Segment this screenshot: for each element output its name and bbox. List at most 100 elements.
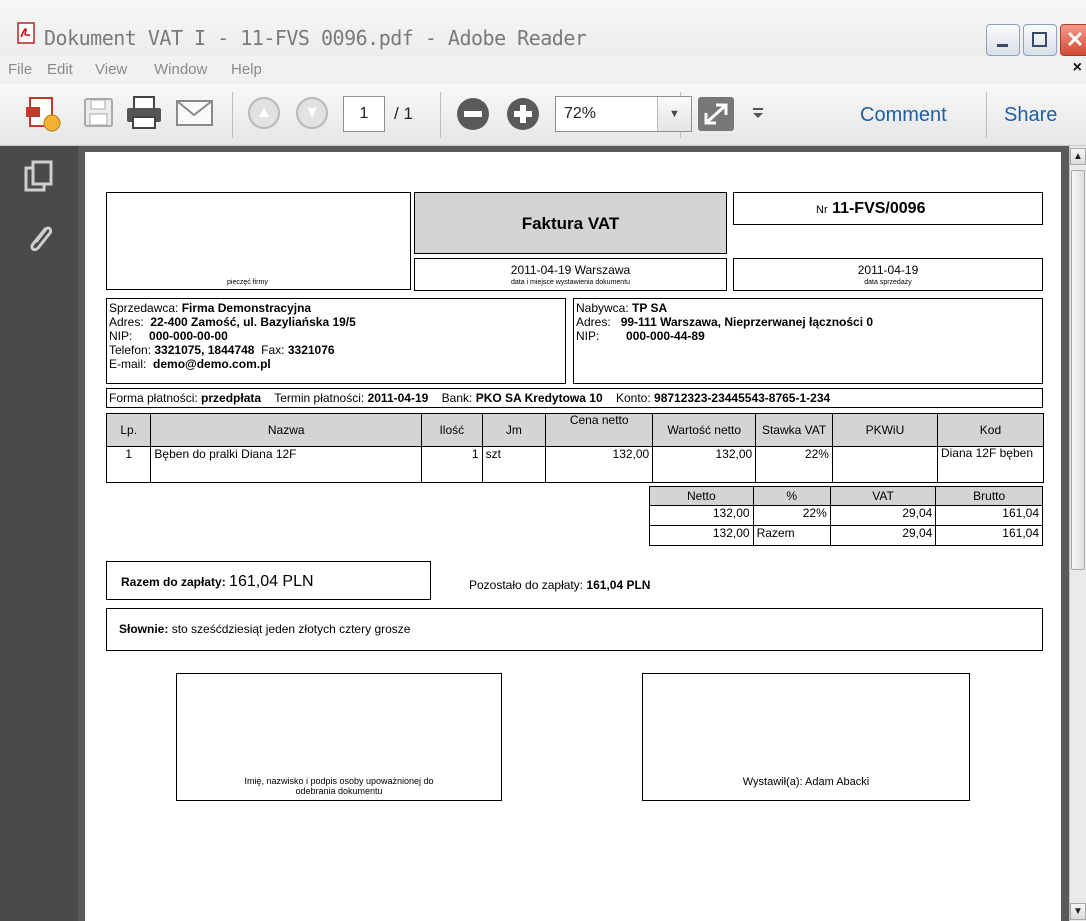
payment-due-label: Termin płatności: bbox=[274, 391, 365, 405]
bank-name: PKO SA Kredytowa 10 bbox=[475, 391, 603, 405]
comment-button[interactable]: Comment bbox=[860, 104, 947, 127]
remaining-label: Pozostało do zapłaty: bbox=[469, 578, 584, 592]
menu-view[interactable]: View bbox=[95, 61, 127, 78]
summary-header-row: Netto % VAT Brutto bbox=[649, 486, 1043, 506]
payment-form-label: Forma płatności: bbox=[109, 391, 198, 405]
share-button[interactable]: Share bbox=[1004, 104, 1057, 127]
col-kod: Kod bbox=[936, 413, 1045, 447]
receiver-signature-box: Imię, nazwisko i podpis osoby upoważnion… bbox=[176, 673, 502, 801]
sum-brutto: 161,04 bbox=[935, 525, 1043, 546]
minimize-button[interactable] bbox=[986, 24, 1020, 56]
sum-vat: 29,04 bbox=[829, 525, 937, 546]
seller-phone: 3321075, 1844748 bbox=[154, 343, 255, 357]
zoom-out-icon[interactable] bbox=[455, 96, 491, 132]
sum-col-pct: % bbox=[752, 486, 831, 506]
pages-icon[interactable] bbox=[24, 160, 54, 194]
sum-brutto: 161,04 bbox=[935, 505, 1043, 526]
issuer-signature-box: Wystawił(a): Adam Abacki bbox=[642, 673, 970, 801]
email-icon[interactable] bbox=[175, 98, 215, 128]
create-pdf-icon[interactable] bbox=[24, 95, 62, 133]
scroll-down-icon[interactable]: ▼ bbox=[1070, 903, 1086, 920]
sale-date-caption: data sprzedaży bbox=[864, 279, 912, 286]
save-icon[interactable] bbox=[82, 96, 116, 130]
page-total: / 1 bbox=[394, 104, 413, 123]
scroll-thumb[interactable] bbox=[1071, 170, 1085, 570]
seller-fax-label: Fax: bbox=[261, 343, 285, 357]
buyer-box: Nabywca: TP SA Adres: 99-111 Warszawa, N… bbox=[573, 298, 1043, 384]
menu-edit[interactable]: Edit bbox=[47, 61, 73, 78]
col-jm: Jm bbox=[481, 413, 547, 447]
print-icon[interactable] bbox=[124, 95, 164, 131]
total-box: Razem do zapłaty: 161,04 PLN bbox=[106, 561, 431, 600]
menu-help[interactable]: Help bbox=[231, 61, 262, 78]
pdf-page: pieczęć firmy Faktura VAT Nr 11-FVS/0096… bbox=[85, 152, 1061, 921]
menu-window[interactable]: Window bbox=[154, 61, 207, 78]
item-ilosc: 1 bbox=[421, 446, 483, 483]
full-screen-icon[interactable] bbox=[696, 95, 736, 133]
remaining-value: 161,04 PLN bbox=[586, 578, 651, 592]
table-row: 132,00 22% 29,04 161,04 bbox=[649, 505, 1043, 526]
invoice-number: 11-FVS/0096 bbox=[832, 200, 926, 217]
item-wartosc: 132,00 bbox=[652, 446, 757, 483]
col-lp: Lp. bbox=[105, 413, 152, 447]
scroll-up-icon[interactable]: ▲ bbox=[1070, 148, 1086, 165]
stamp-label: pieczęć firmy bbox=[227, 279, 268, 286]
account-label: Konto: bbox=[615, 391, 651, 405]
item-stawka: 22% bbox=[755, 446, 833, 483]
items-header-row: Lp. Nazwa Ilość Jm Cena netto Wartość ne… bbox=[105, 413, 1045, 447]
previous-page-icon[interactable]: ▲ bbox=[248, 97, 280, 129]
attachment-icon[interactable] bbox=[24, 222, 54, 256]
toolbar-separator bbox=[986, 92, 987, 138]
buyer-label: Nabywca: bbox=[576, 301, 629, 315]
col-cena: Cena netto bbox=[545, 413, 654, 447]
item-cena: 132,00 bbox=[545, 446, 654, 483]
col-stawka: Stawka VAT bbox=[755, 413, 833, 447]
toolbar-more-icon[interactable] bbox=[751, 106, 765, 120]
account-number: 98712323-23445543-8765-1-234 bbox=[654, 391, 831, 405]
total-value: 161,04 PLN bbox=[229, 573, 314, 590]
seller-nip: 000-000-00-00 bbox=[149, 329, 228, 343]
words-label: Słownie: bbox=[119, 622, 169, 636]
seller-name: Firma Demonstracyjna bbox=[181, 301, 312, 315]
item-pkwiu bbox=[831, 446, 938, 483]
close-document-icon[interactable]: × bbox=[1073, 59, 1082, 77]
next-page-icon[interactable]: ▼ bbox=[296, 97, 328, 129]
page-number-input[interactable]: 1 bbox=[343, 96, 385, 132]
vertical-scrollbar[interactable]: ▲ ▼ bbox=[1069, 146, 1086, 921]
seller-email-label: E-mail: bbox=[109, 357, 147, 371]
pdf-file-icon bbox=[17, 22, 35, 44]
buyer-address: 99-111 Warszawa, Nieprzerwanej łączności… bbox=[620, 315, 874, 329]
sum-pct: Razem bbox=[752, 525, 831, 546]
sum-col-brutto: Brutto bbox=[935, 486, 1043, 506]
items-table: Lp. Nazwa Ilość Jm Cena netto Wartość ne… bbox=[105, 413, 1045, 483]
receiver-signature-label: Imię, nazwisko i podpis osoby upoważnion… bbox=[244, 776, 434, 796]
zoom-value: 72% bbox=[564, 105, 597, 122]
buyer-nip-label: NIP: bbox=[576, 329, 600, 343]
invoice-number-box: Nr 11-FVS/0096 bbox=[733, 192, 1043, 225]
invoice-title-box: Faktura VAT bbox=[414, 192, 727, 254]
menu-file[interactable]: File bbox=[8, 61, 32, 78]
minimize-icon bbox=[997, 44, 1008, 47]
sale-date: 2011-04-19 bbox=[857, 263, 919, 277]
toolbar-separator bbox=[440, 92, 441, 138]
item-jm: szt bbox=[481, 446, 547, 483]
table-row: 132,00 Razem 29,04 161,04 bbox=[649, 525, 1043, 546]
bank-label: Bank: bbox=[441, 391, 473, 405]
close-icon bbox=[1067, 31, 1083, 47]
maximize-button[interactable] bbox=[1023, 24, 1057, 56]
zoom-select[interactable]: 72% ▼ bbox=[555, 96, 692, 132]
seller-email: demo@demo.com.pl bbox=[153, 357, 271, 371]
sum-pct: 22% bbox=[752, 505, 831, 526]
seller-label: Sprzedawca: bbox=[109, 301, 179, 315]
total-label: Razem do zapłaty: bbox=[121, 575, 226, 589]
close-button[interactable] bbox=[1060, 24, 1086, 56]
seller-address-label: Adres: bbox=[109, 315, 144, 329]
seller-phone-label: Telefon: bbox=[109, 343, 152, 357]
col-wartosc: Wartość netto bbox=[652, 413, 757, 447]
sale-date-box: 2011-04-19 data sprzedaży bbox=[733, 258, 1043, 291]
vat-summary-table: Netto % VAT Brutto 132,00 22% 29,04 161,… bbox=[649, 486, 1043, 546]
payment-form: przedpłata bbox=[201, 391, 262, 405]
company-stamp-box: pieczęć firmy bbox=[106, 192, 411, 290]
chevron-down-icon[interactable]: ▼ bbox=[657, 97, 691, 131]
zoom-in-icon[interactable] bbox=[505, 96, 541, 132]
